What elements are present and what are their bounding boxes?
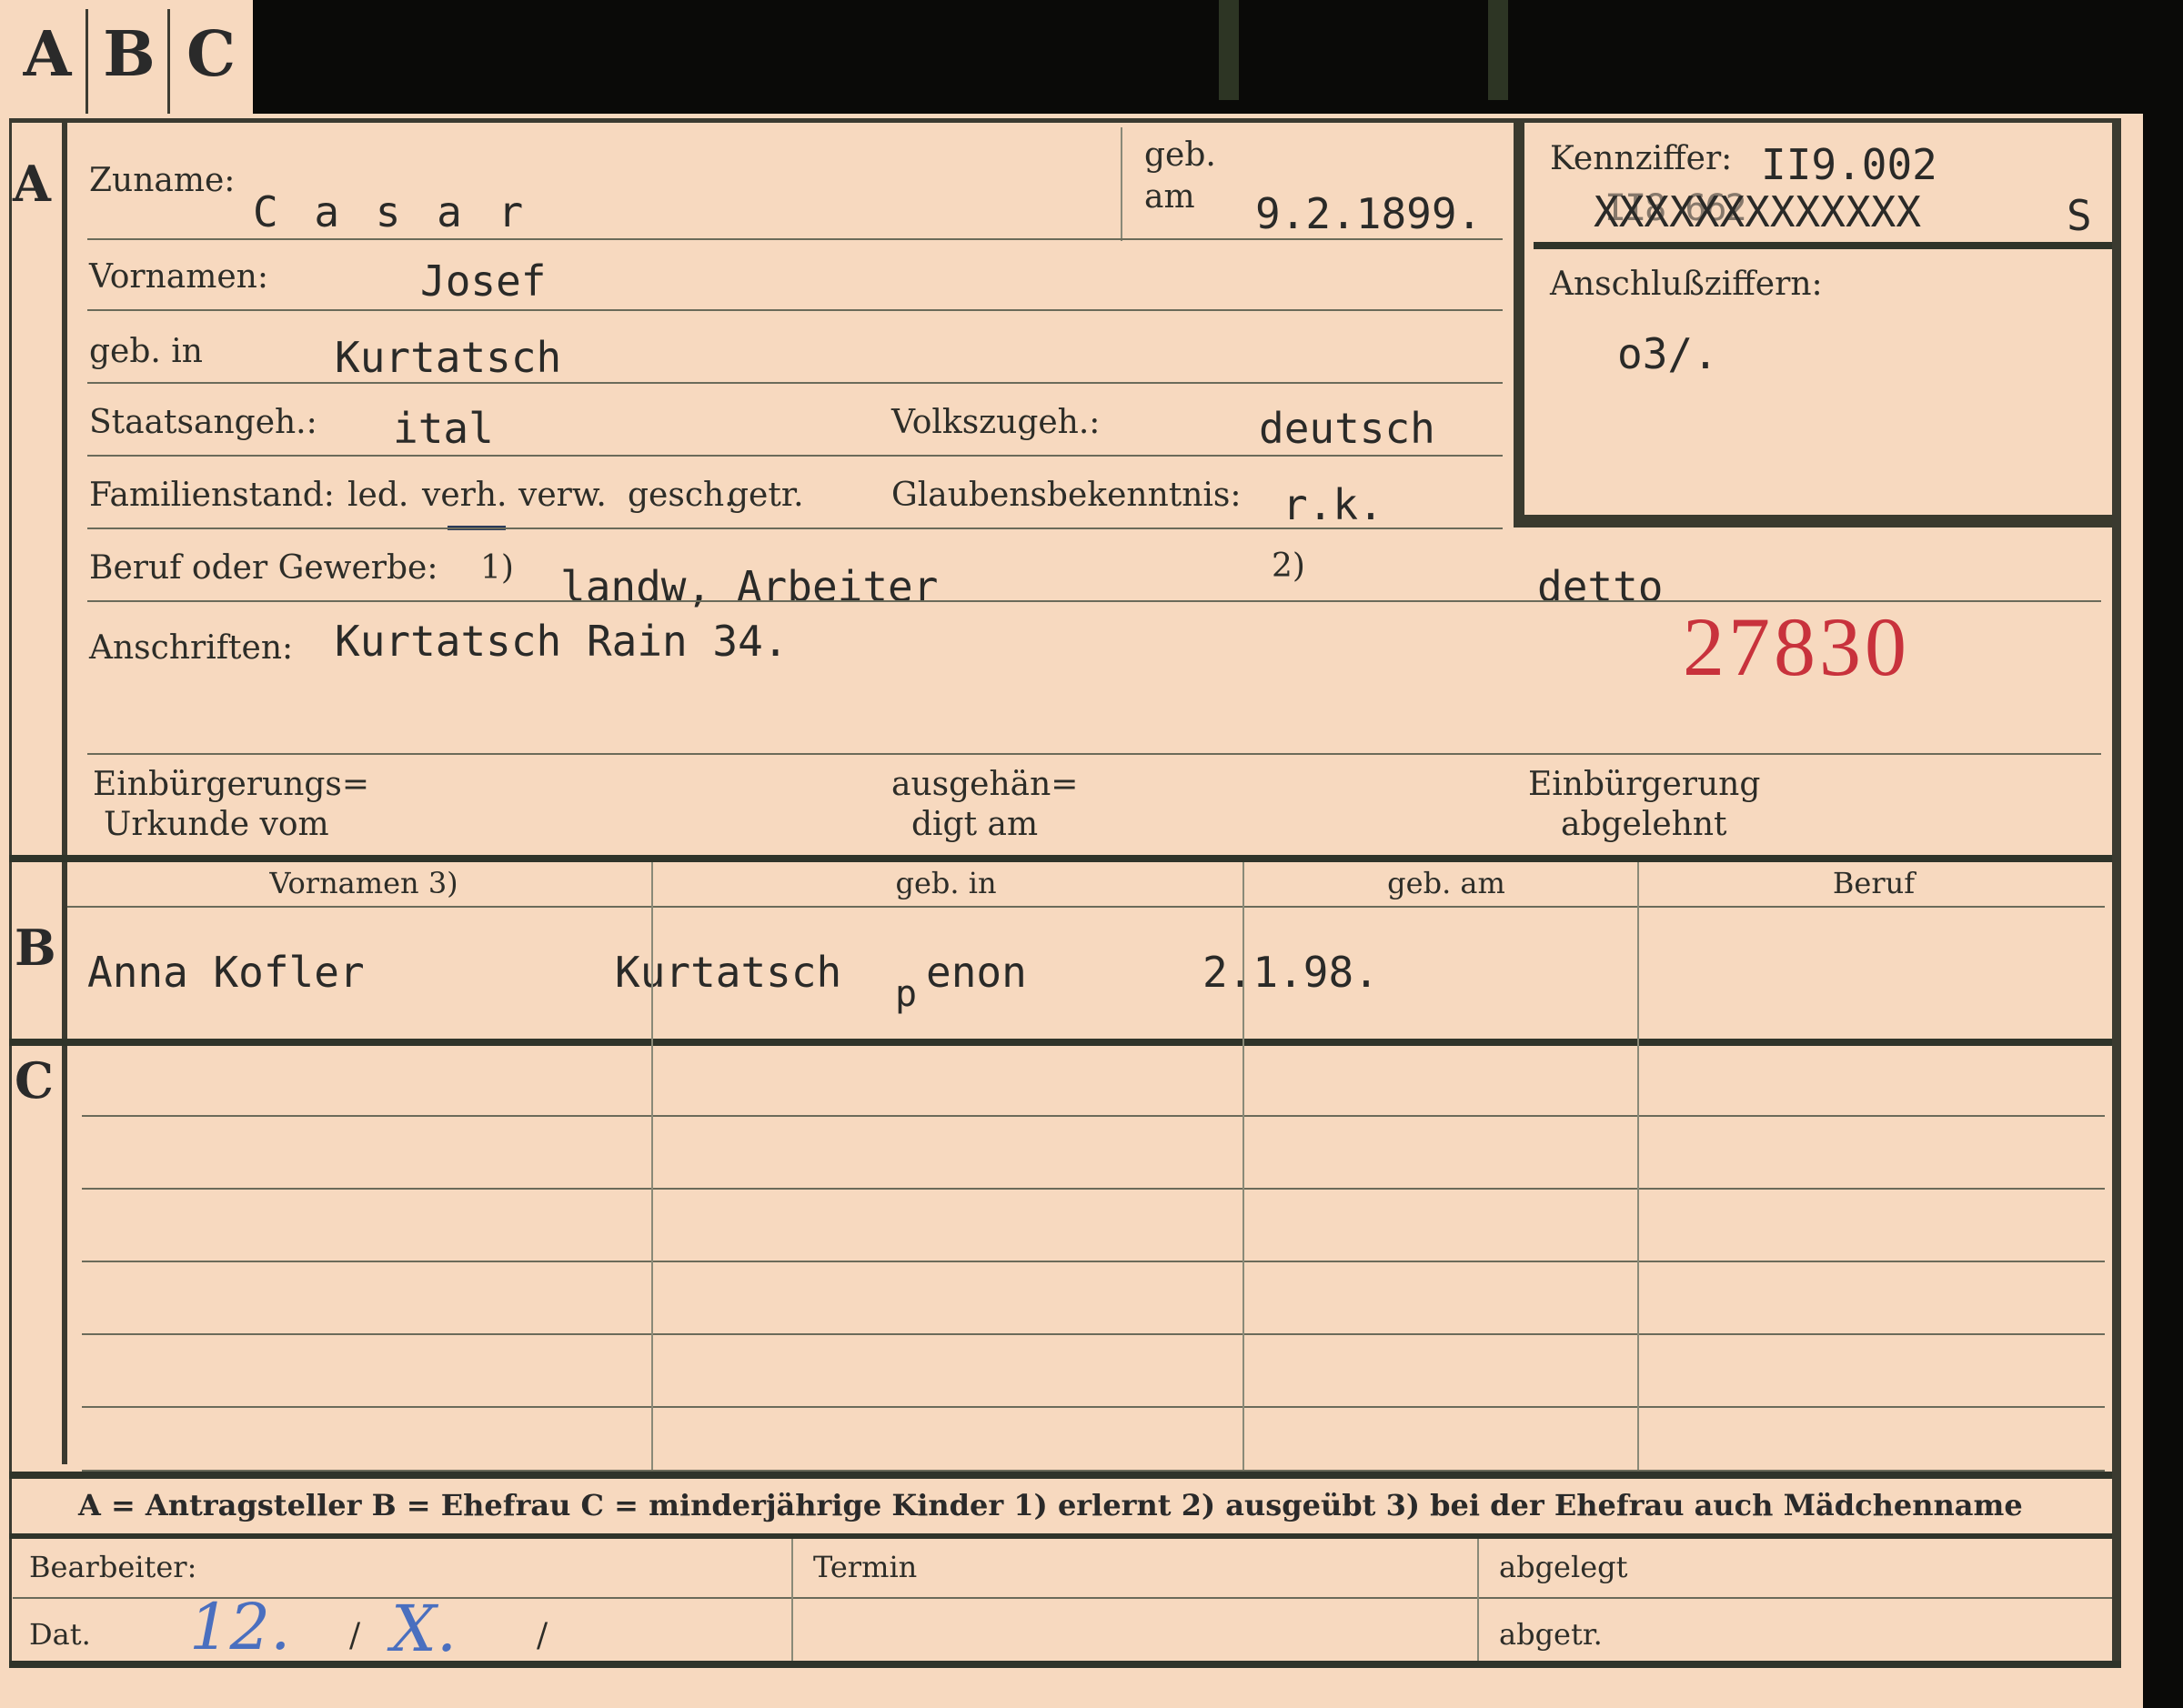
birthdate-label-am: am [1144,178,1195,216]
spouse-birthplace-extra-p: p [895,973,918,1015]
row-line [67,906,2105,908]
section-b-top-rule [9,855,2112,862]
id-code-value: II9.002 [1761,140,1937,189]
occupation-value-2: detto [1537,562,1664,611]
handed-label-2: digt am [911,806,1039,843]
naturalization-cert-label-1: Einbürgerungs= [93,766,370,803]
section-b-bottom-rule [9,1039,2112,1046]
citizenship-label: Staatsangeh.: [89,404,317,441]
birthplace-value: Kurtatsch [335,333,562,382]
religion-label: Glaubensbekenntnis: [891,477,1242,514]
divider [1121,127,1122,241]
tab-c[interactable]: C [175,18,247,91]
table-row-line [82,1115,2105,1117]
birthdate-value: 9.2.1899. [1255,189,1483,238]
row-line [87,382,1503,384]
date-separator: / [537,1617,548,1654]
occupation-note-1: 1) [480,549,514,587]
tab-divider [86,9,88,114]
col-head-birthplace: geb. in [895,866,997,900]
naturalization-refused-label-1: Einbürgerung [1528,766,1761,803]
marital-option-led[interactable]: led. [347,477,408,514]
address-value: Kurtatsch Rain 34. [335,617,789,666]
deadline-label: Termin [813,1550,918,1584]
date-day-handwritten: 12. [189,1590,291,1664]
id-code-label: Kennziffer: [1550,140,1733,177]
date-label: Dat. [29,1617,91,1652]
occupation-value-1: landw, Arbeiter [560,562,939,611]
section-b-letter: B [15,919,56,977]
table-row-line [82,1188,2105,1190]
removed-label: abgetr. [1499,1617,1603,1652]
citizenship-value: ital [393,404,494,453]
id-code-suffix: S [2067,191,2092,240]
marital-label: Familienstand: [89,477,335,514]
handed-label-1: ausgehän= [891,766,1079,803]
col-head-birthdate: geb. am [1387,866,1505,900]
legend-top-rule [9,1472,2112,1479]
footer-line [13,1597,2112,1599]
firstnames-value: Josef [420,256,547,306]
footer-bottom-rule [9,1661,2121,1668]
col-head-firstnames: Vornamen 3) [269,866,458,900]
surname-value: C a s a r [253,187,529,236]
surname-label: Zuname: [89,162,236,199]
marital-option-verw[interactable]: verw. [518,477,607,514]
table-row-line [82,1261,2105,1262]
table-col-line [651,862,653,1470]
row-line [87,753,2101,755]
occupation-label: Beruf oder Gewerbe: [89,549,438,587]
col-head-occupation: Beruf [1832,866,1916,900]
section-a-letter: A [13,155,51,213]
tab-b[interactable]: B [93,18,166,91]
birthdate-label-geb: geb. [1144,136,1216,174]
connection-label: Anschlußziffern: [1550,266,1823,303]
row-line [87,455,1503,457]
legend-bottom-rule [9,1533,2112,1539]
row-line [87,238,1503,240]
footer-col-line [791,1539,793,1663]
firstnames-label: Vornamen: [89,258,268,296]
filed-label: abgelegt [1499,1550,1628,1584]
table-col-line [1242,862,1244,1470]
frame-left [62,118,67,1464]
frame-outer-left [9,118,12,1664]
date-month-handwritten: X. [391,1592,458,1666]
table-row-line [82,1406,2105,1408]
tab-divider [167,9,170,114]
table-row-line [82,1333,2105,1335]
occupation-note-2: 2) [1272,548,1305,585]
tab-a[interactable]: A [11,18,84,91]
address-label: Anschriften: [89,629,294,667]
id-code-overwrite: II8 662 [1605,187,1747,229]
naturalization-cert-label-2: Urkunde vom [104,806,329,843]
footer-col-line [1477,1539,1479,1663]
naturalization-refused-label-2: abgelehnt [1561,806,1727,843]
binding-strip [1219,0,1239,100]
marital-option-getr[interactable]: getr. [728,477,804,514]
ethnicity-label: Volkszugeh.: [891,404,1101,441]
row-line [87,309,1503,311]
birthplace-label: geb. in [89,333,203,370]
id-box-divider [1534,242,2112,249]
frame-right [2112,118,2121,1664]
spouse-birthdate-value: 2.1.98. [1202,948,1379,997]
spouse-birthplace-extra: enon [926,948,1027,997]
section-c-letter: C [15,1051,54,1110]
row-line [87,527,1503,529]
marital-option-verh[interactable]: verh. [422,477,507,514]
spouse-name-value: Anna Kofler [87,948,365,997]
binding-strip [1488,0,1508,100]
legend-text: A = Antragsteller B = Ehefrau C = minder… [78,1488,2023,1522]
date-separator: / [349,1617,361,1654]
stamp-number: 27830 [1683,600,1910,693]
religion-value: r.k. [1283,480,1383,529]
ethnicity-value: deutsch [1259,404,1435,453]
clerk-label: Bearbeiter: [29,1550,197,1584]
table-col-line [1637,862,1639,1470]
connection-value: o3/. [1617,329,1718,378]
spouse-birthplace-value: Kurtatsch [615,948,842,997]
marital-option-gesch[interactable]: gesch. [628,477,735,514]
